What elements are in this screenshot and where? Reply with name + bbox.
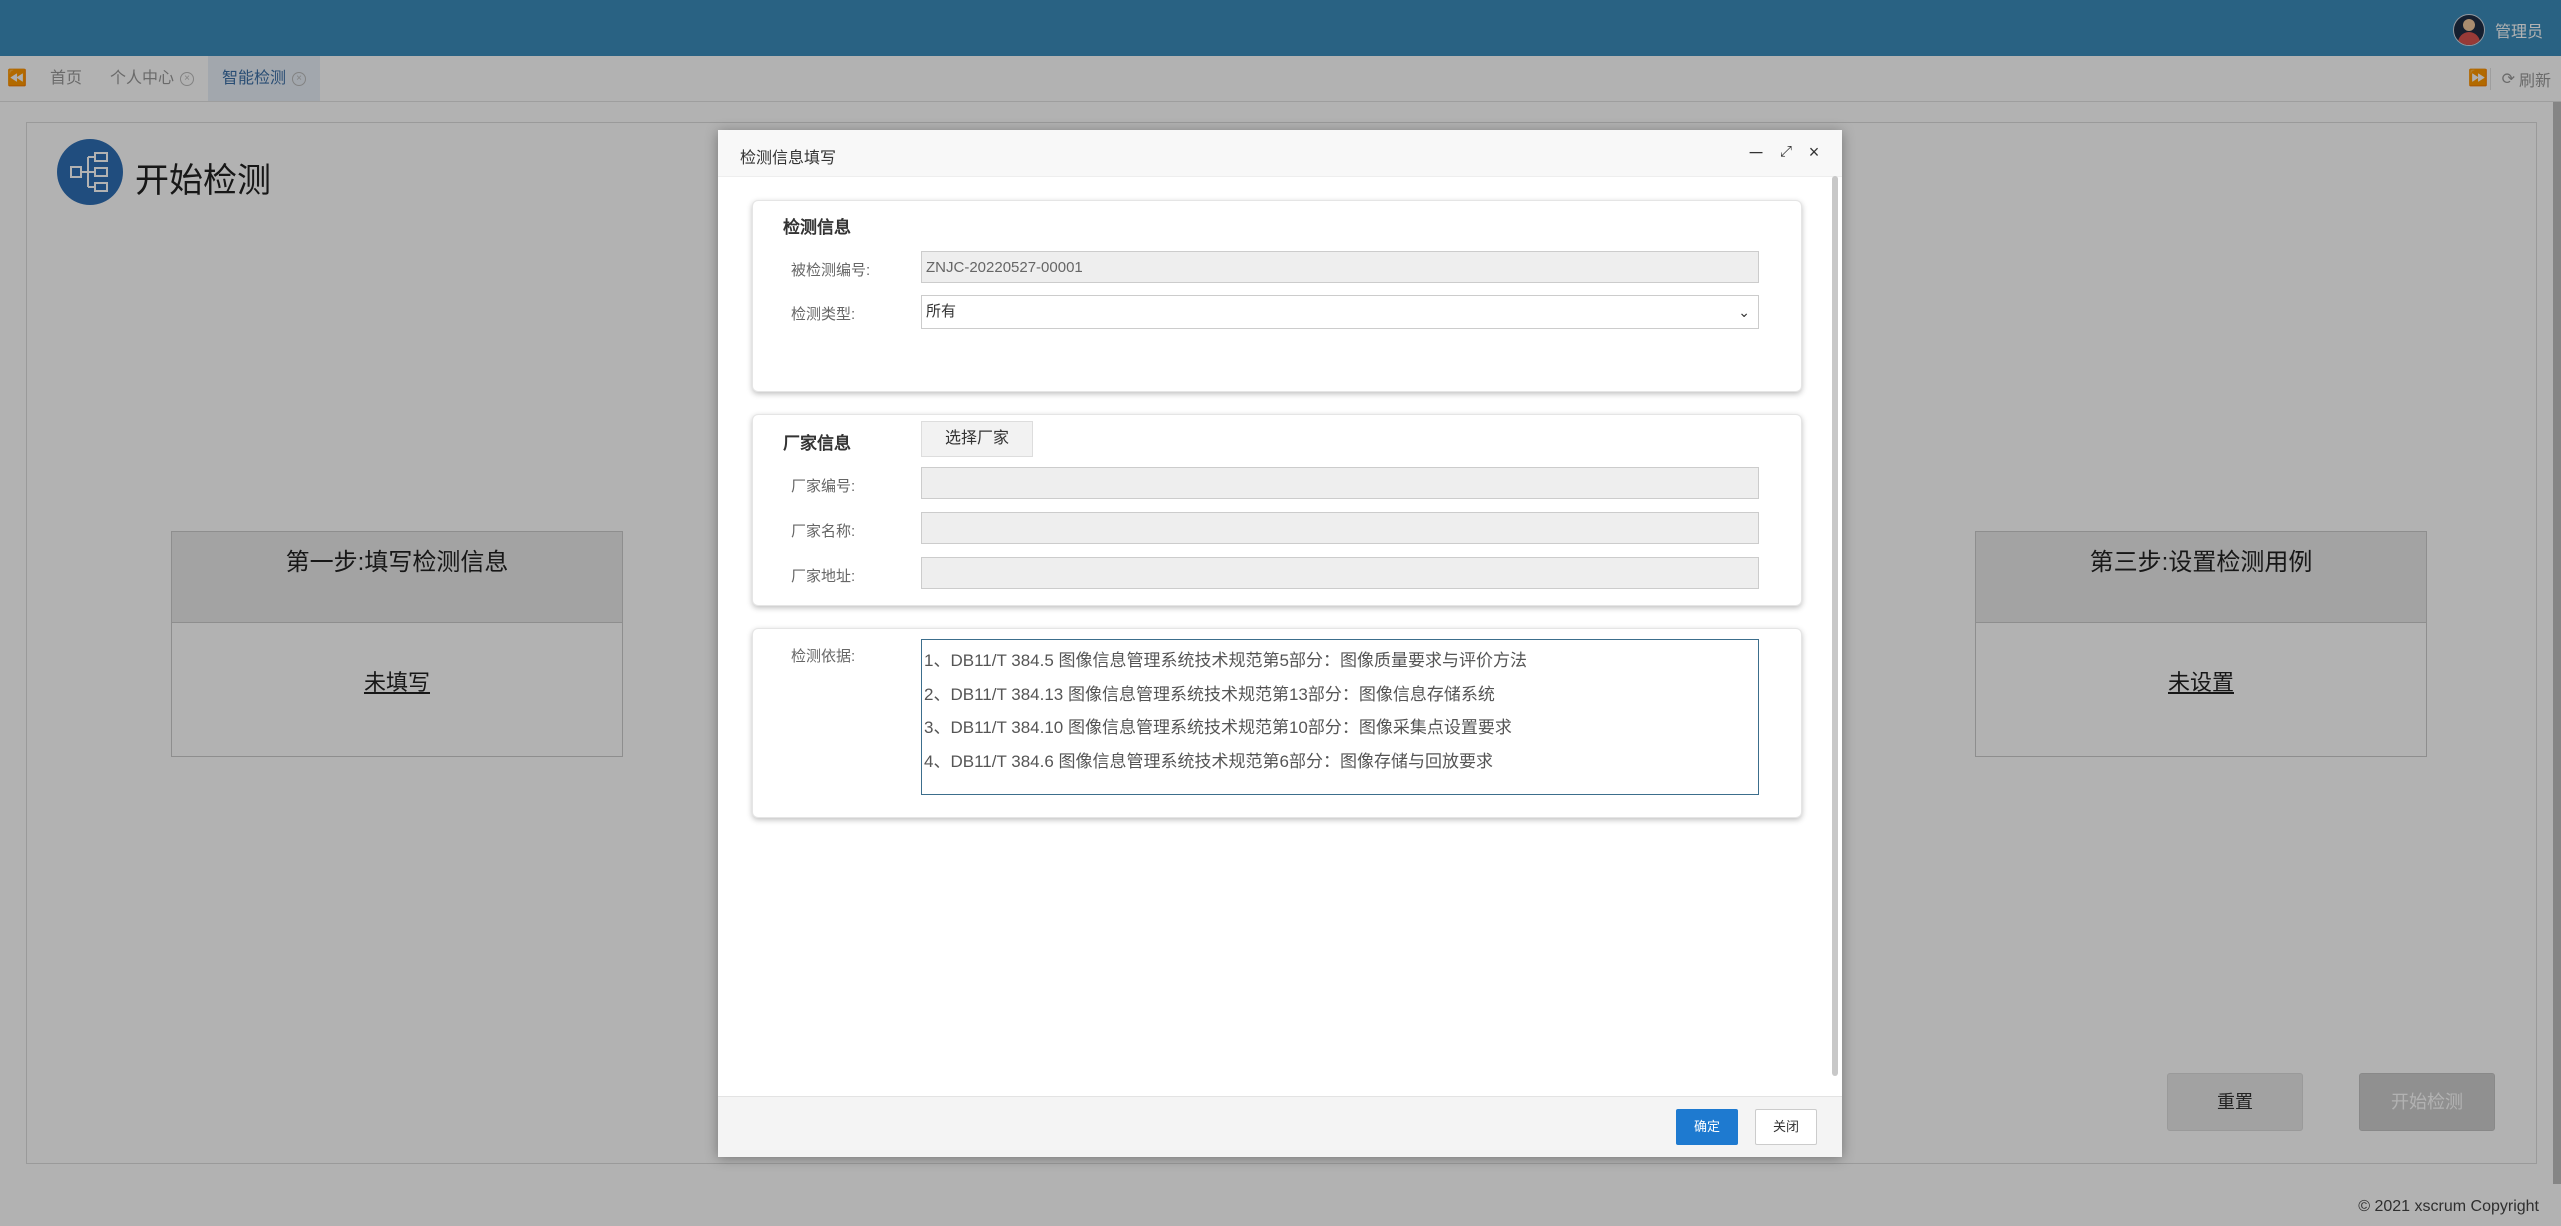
detection-basis-textarea[interactable]: 1、DB11/T 384.5 图像信息管理系统技术规范第5部分：图像质量要求与评… <box>921 639 1759 795</box>
dialog-scrollbar[interactable] <box>1832 176 1838 1076</box>
detected-code-label: 被检测编号: <box>791 262 871 279</box>
maximize-icon[interactable]: ⤢ <box>1776 142 1796 162</box>
detection-info-card: 检测信息 被检测编号: ZNJC-20220527-00001 检测类型: 所有… <box>752 200 1802 392</box>
vendor-address-label: 厂家地址: <box>791 568 856 585</box>
page-scrollbar[interactable] <box>2553 102 2561 1184</box>
vendor-name-field[interactable] <box>921 512 1759 544</box>
close-icon[interactable]: × <box>1804 142 1824 162</box>
vendor-address-field[interactable] <box>921 557 1759 589</box>
choose-vendor-button[interactable]: 选择厂家 <box>921 421 1033 457</box>
vendor-info-card: 厂家信息 选择厂家 厂家编号: 厂家名称: 厂家地址: <box>752 414 1802 606</box>
detection-basis-label: 检测依据: <box>791 648 856 665</box>
dialog-body: 检测信息 被检测编号: ZNJC-20220527-00001 检测类型: 所有… <box>718 176 1842 1096</box>
basis-line: 4、DB11/T 384.6 图像信息管理系统技术规范第6部分：图像存储与回放要… <box>924 751 1493 771</box>
detection-section-title: 检测信息 <box>783 218 851 237</box>
detection-info-dialog: 检测信息填写 ─ ⤢ × 检测信息 被检测编号: ZNJC-20220527-0… <box>718 130 1842 1157</box>
minimize-icon[interactable]: ─ <box>1746 142 1766 162</box>
vendor-code-field[interactable] <box>921 467 1759 499</box>
detection-type-label: 检测类型: <box>791 306 856 323</box>
chevron-down-icon: ⌄ <box>1738 304 1750 320</box>
vendor-code-label: 厂家编号: <box>791 478 856 495</box>
close-button[interactable]: 关闭 <box>1755 1109 1817 1145</box>
basis-line: 2、DB11/T 384.13 图像信息管理系统技术规范第13部分：图像信息存储… <box>924 684 1495 704</box>
dialog-footer: 确定 关闭 <box>718 1096 1842 1157</box>
basis-line: 1、DB11/T 384.5 图像信息管理系统技术规范第5部分：图像质量要求与评… <box>924 651 1527 670</box>
detection-type-select[interactable]: 所有 ⌄ <box>921 295 1759 329</box>
vendor-section-title: 厂家信息 <box>783 434 851 453</box>
vendor-name-label: 厂家名称: <box>791 523 856 540</box>
dialog-title-bar: 检测信息填写 ─ ⤢ × <box>718 130 1842 177</box>
detection-basis-card: 检测依据: 1、DB11/T 384.5 图像信息管理系统技术规范第5部分：图像… <box>752 628 1802 818</box>
detected-code-field[interactable]: ZNJC-20220527-00001 <box>921 251 1759 283</box>
detection-type-value: 所有 <box>926 303 957 320</box>
basis-line: 3、DB11/T 384.10 图像信息管理系统技术规范第10部分：图像采集点设… <box>924 718 1512 737</box>
dialog-title: 检测信息填写 <box>740 150 837 167</box>
confirm-button[interactable]: 确定 <box>1676 1109 1738 1145</box>
